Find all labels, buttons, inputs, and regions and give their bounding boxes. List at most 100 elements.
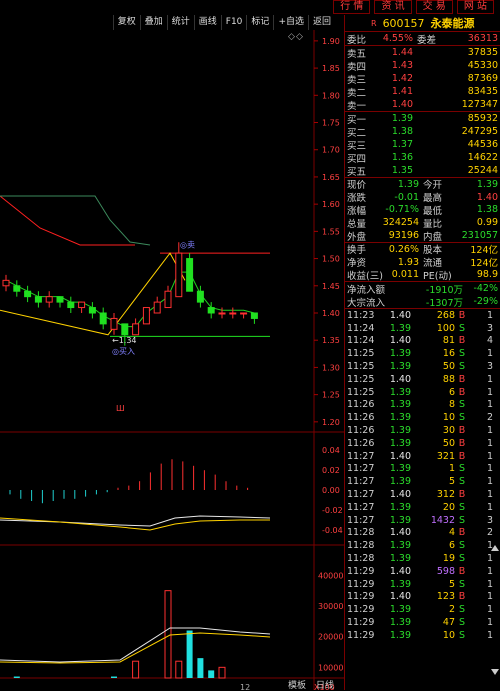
bottom-tab-1[interactable]: 日线 (316, 678, 334, 691)
bids-label: 买五 (347, 166, 367, 178)
trade-count: 2 (486, 527, 493, 539)
toolbar-button-1[interactable]: 叠加 (139, 15, 167, 30)
trade-row[interactable]: 11:25 1.39 50 S 3 (345, 360, 500, 373)
stats-row: 总量 324254 量比 0.99 (345, 216, 500, 230)
trade-count: 1 (486, 476, 493, 488)
asks-row[interactable]: 卖二 1.41 83435 (345, 85, 500, 99)
menu-item-0[interactable]: 行 情 (333, 0, 371, 14)
trade-row[interactable]: 11:26 1.39 8 S 1 (345, 399, 500, 412)
trade-row[interactable]: 11:25 1.39 6 B 1 (345, 386, 500, 399)
candle-body (24, 290, 32, 298)
vol-ma-yellow (0, 632, 271, 664)
trade-price: 1.40 (389, 527, 411, 539)
top-menu-bar: 行 情资 讯交 易网 站 (0, 0, 500, 15)
trade-row[interactable]: 11:27 1.40 312 B 1 (345, 488, 500, 501)
weibi-row: 委比 4.55% 委差 36313 (345, 32, 500, 46)
bids-label: 买一 (347, 114, 367, 126)
toolbar-button-5[interactable]: 标记 (246, 15, 273, 30)
stats-value-1: -0.01 (394, 191, 419, 203)
stats2-value-1: 0.26% (388, 243, 419, 255)
trade-row[interactable]: 11:27 1.39 20 S 1 (345, 501, 500, 514)
trade-row[interactable]: 11:29 1.39 10 S 1 (345, 629, 500, 642)
bids-row[interactable]: 买三 1.37 44536 (345, 138, 500, 152)
trade-price: 1.39 (389, 553, 411, 564)
trade-volume: 88 (442, 373, 455, 385)
trade-time: 11:25 (347, 373, 375, 385)
trade-row[interactable]: 11:26 1.39 30 B 1 (345, 424, 500, 437)
candle-body (142, 307, 150, 325)
trade-row[interactable]: 11:29 1.39 47 S 1 (345, 616, 500, 629)
trade-row[interactable]: 11:26 1.39 10 S 2 (345, 411, 500, 424)
trade-row[interactable]: 11:24 1.40 81 B 4 (345, 335, 500, 348)
trade-row[interactable]: 11:27 1.39 1432 S 3 (345, 514, 500, 527)
trade-price: 1.40 (389, 591, 411, 603)
diamond-icon: ◇ (296, 32, 303, 42)
toolbar-button-3[interactable]: 画线 (193, 15, 221, 30)
trade-row[interactable]: 11:29 1.40 123 B 1 (345, 591, 500, 604)
stats-label-2: 内盘 (423, 231, 443, 243)
bottom-tab-0[interactable]: 模板 (288, 678, 306, 691)
bids-row[interactable]: 买五 1.35 25244 (345, 164, 500, 178)
trade-row[interactable]: 11:25 1.40 88 B 1 (345, 373, 500, 386)
trade-row[interactable]: 11:25 1.39 16 S 1 (345, 347, 500, 360)
trade-row[interactable]: 11:27 1.40 321 B 1 (345, 450, 500, 463)
trade-row[interactable]: 11:26 1.39 50 B 1 (345, 437, 500, 450)
trade-row[interactable]: 11:28 1.39 19 S 1 (345, 552, 500, 565)
trade-volume: 321 (436, 450, 455, 462)
asks-row[interactable]: 卖四 1.43 45330 (345, 59, 500, 73)
trade-price: 1.39 (389, 604, 411, 616)
low-price-label: ←1.34 (112, 336, 137, 345)
stock-name: 永泰能源 (430, 17, 475, 30)
chart-toolbar: 复权 叠加 统计 画线 F10 标记 +自选 返回 (0, 15, 344, 30)
trade-count: 3 (486, 322, 493, 334)
trade-row[interactable]: 11:29 1.40 598 B 1 (345, 565, 500, 578)
bids-price: 1.38 (391, 126, 413, 137)
trade-count: 1 (486, 437, 493, 449)
stats2-label-1: 收益(三) (347, 270, 383, 282)
menu-item-2[interactable]: 交 易 (415, 0, 453, 14)
ma-green-line (0, 195, 151, 246)
trade-time: 11:24 (347, 322, 375, 334)
asks-row[interactable]: 卖三 1.42 87369 (345, 72, 500, 86)
menu-item-3[interactable]: 网 站 (456, 0, 494, 14)
trade-time: 11:29 (347, 578, 375, 590)
toolbar-button-6[interactable]: +自选 (273, 15, 308, 30)
trade-count: 1 (486, 309, 493, 321)
stats2-label-2: PE(动) (423, 270, 452, 282)
trade-time: 11:27 (347, 501, 375, 513)
trade-count: 1 (486, 501, 493, 513)
menu-item-1[interactable]: 资 讯 (374, 0, 412, 14)
trade-price: 1.40 (389, 335, 411, 347)
trade-row[interactable]: 11:29 1.39 2 S 1 (345, 603, 500, 616)
trade-volume: 598 (436, 565, 455, 577)
trade-volume: 81 (442, 335, 455, 347)
asks-label: 卖五 (347, 48, 367, 60)
toolbar-button-7[interactable]: 返回 (307, 15, 335, 30)
kline-chart[interactable]: 1.90 1.85 1.80 1.75 1.70 1.65 1.60 1.55 1.50 1.45… (0, 30, 344, 690)
vol-ma-white (0, 627, 271, 663)
asks-label: 卖三 (347, 74, 367, 86)
toolbar-button-0[interactable]: 复权 (112, 15, 140, 30)
bids-row[interactable]: 买二 1.38 247295 (345, 125, 500, 139)
trade-row[interactable]: 11:23 1.40 268 B 1 (345, 309, 500, 322)
trade-row[interactable]: 11:28 1.39 6 S 1 (345, 539, 500, 552)
trade-direction: B (458, 335, 466, 347)
quote-panel: R 600157 永泰能源 委比 4.55% 委差 36313 卖五 1.44 37… (344, 15, 500, 690)
trade-direction: S (458, 501, 466, 513)
trade-direction: S (458, 514, 466, 526)
trade-row[interactable]: 11:27 1.39 5 S 1 (345, 475, 500, 488)
bids-row[interactable]: 买一 1.39 85932 (345, 112, 500, 126)
asks-row[interactable]: 卖一 1.40 127347 (345, 98, 500, 112)
trade-row[interactable]: 11:28 1.40 4 B 2 (345, 527, 500, 540)
stats-value-1: 324254 (382, 217, 419, 229)
asks-row[interactable]: 卖五 1.44 37835 (345, 46, 500, 60)
toolbar-button-2[interactable]: 统计 (166, 15, 194, 30)
trade-row[interactable]: 11:27 1.39 1 S 1 (345, 463, 500, 476)
candle-body (207, 307, 215, 314)
bids-row[interactable]: 买四 1.36 14622 (345, 151, 500, 165)
tick-scrollbar[interactable] (491, 545, 499, 675)
trade-row[interactable]: 11:29 1.39 5 S 1 (345, 578, 500, 591)
trade-ticks[interactable]: 11:23 1.40 268 B 1 11:24 1.39 100 S 3 11:24 1.40 81 B… (345, 309, 500, 642)
toolbar-button-4[interactable]: F10 (220, 15, 247, 30)
trade-row[interactable]: 11:24 1.39 100 S 3 (345, 322, 500, 335)
